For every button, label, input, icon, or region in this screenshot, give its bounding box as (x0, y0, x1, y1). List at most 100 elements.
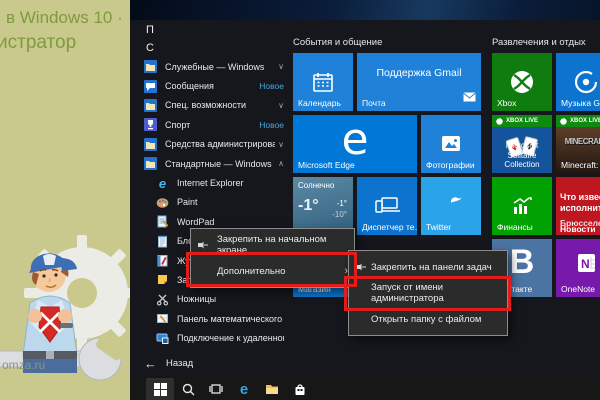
sticky-note-icon (156, 273, 169, 286)
tile-mail[interactable]: Поддержка Gmail Почта (357, 53, 481, 111)
weather-low: -10° (332, 210, 347, 219)
folder-icon (144, 138, 157, 151)
sport-icon (144, 118, 157, 131)
pin-icon (355, 261, 371, 273)
tile-onenote[interactable]: N OneNote (556, 239, 600, 297)
task-view-button[interactable] (202, 378, 230, 400)
annotation-box-run-as-admin (344, 276, 511, 311)
remote-desktop-icon (156, 332, 169, 345)
tile-xbox[interactable]: Xbox (492, 53, 552, 111)
folder-icon (144, 99, 157, 112)
tile-solitaire[interactable]: XBOX LIVE Microsoft Solitaire Collection (492, 115, 552, 173)
app-list-item[interactable]: Ножницы (136, 290, 288, 309)
app-item-label: Спорт (165, 120, 256, 130)
store-bag-icon (294, 383, 306, 396)
tile-label: Microsoft Solitaire Collection (494, 141, 550, 169)
paint-icon (156, 196, 169, 209)
app-item-label: Подключение к удаленному р… (177, 333, 284, 343)
tile-label: Фотографии (426, 160, 475, 170)
app-item-label: Средства администрирован… (165, 139, 275, 149)
tile-label: Twitter (426, 222, 451, 232)
xbox-live-banner: XBOX LIVE (556, 115, 600, 127)
folder-icon (144, 60, 157, 73)
tile-label: Xbox (497, 98, 516, 108)
edge-logo: e (293, 115, 417, 163)
weather-temp: -1° (298, 197, 319, 215)
app-list-item[interactable]: Спец. возможности ∨ (136, 96, 288, 115)
app-list-item[interactable]: Подключение к удаленному р… (136, 328, 288, 347)
news-ticker-new: Новости (560, 224, 596, 234)
app-list-item[interactable]: Служебные — Windows ∨ (136, 57, 288, 76)
taskbar-search-button[interactable] (174, 378, 202, 400)
tile-twitter[interactable]: Twitter (421, 177, 481, 235)
xbox-live-label: XBOX LIVE (570, 118, 600, 124)
chevron-down-icon: ∨ (278, 62, 284, 71)
tile-news[interactable]: Что извест исполните Брюсселе Новости (556, 177, 600, 235)
tile-label: Музыка Gro (561, 98, 600, 108)
article-title-line1: в Windows 10 · (6, 8, 123, 28)
app-item-label: Сообщения (165, 81, 256, 91)
article-panel: в Windows 10 · истратор (0, 0, 130, 400)
tile-money[interactable]: Финансы (492, 177, 552, 235)
new-badge: Новое (259, 120, 284, 130)
chevron-down-icon: ∨ (278, 101, 284, 110)
mail-notification-text: Поддержка Gmail (357, 67, 481, 79)
tile-label: Почта (362, 98, 386, 108)
app-list-item[interactable]: Стандартные — Windows ∧ (136, 154, 288, 173)
wordpad-icon (156, 215, 169, 228)
app-list-item[interactable]: e Internet Explorer (136, 173, 288, 192)
news-headline: исполните (560, 203, 600, 213)
math-input-icon (156, 312, 169, 325)
tile-phone-companion[interactable]: Диспетчер те… (357, 177, 417, 235)
menu-item-label: Закрепить на панели задач (371, 262, 492, 273)
xbox-ball-icon (560, 118, 567, 125)
taskbar: e (130, 378, 600, 400)
chevron-up-icon: ∧ (278, 159, 284, 168)
app-list-letter[interactable]: П (136, 21, 288, 39)
svg-text:N: N (581, 257, 590, 271)
tile-label: Microsoft Edge (298, 160, 355, 170)
taskbar-file-explorer-button[interactable] (258, 378, 286, 400)
tile-label: Финансы (497, 222, 533, 232)
tile-microsoft-edge[interactable]: e Microsoft Edge (293, 115, 417, 173)
mail-icon (463, 89, 476, 107)
app-list-item[interactable]: Сообщения Новое (136, 76, 288, 95)
tile-group-header: События и общение (293, 37, 382, 48)
internet-explorer-icon: e (156, 177, 169, 190)
annotation-box-more (186, 252, 357, 287)
tile-weather[interactable]: Солнечно -1° -1° -10° (293, 177, 353, 235)
app-item-label: Internet Explorer (177, 178, 284, 188)
journal-icon (156, 254, 169, 267)
tile-calendar[interactable]: Календарь (293, 53, 353, 111)
app-item-label: Ножницы (177, 294, 284, 304)
back-button[interactable]: ← Назад (144, 357, 193, 370)
letter-label: П (146, 24, 154, 36)
app-item-label: WordPad (177, 217, 284, 227)
app-item-label: Стандартные — Windows (165, 159, 275, 169)
tile-label: Minecraft: W (561, 160, 600, 170)
search-icon (182, 383, 195, 396)
back-arrow-icon: ← (144, 357, 157, 370)
app-item-label: Спец. возможности (165, 100, 275, 110)
scissors-icon (156, 293, 169, 306)
folder-icon (144, 157, 157, 170)
start-button[interactable] (146, 378, 174, 400)
start-app-list: П С Служебные — Windows ∨ Сообщения Ново… (136, 21, 288, 348)
app-list-item[interactable]: Средства администрирован… ∨ (136, 135, 288, 154)
app-list-item[interactable]: Спорт Новое (136, 115, 288, 134)
tile-label: Диспетчер те… (362, 222, 417, 232)
tile-minecraft[interactable]: XBOX LIVE MINECRAFT Minecraft: W (556, 115, 600, 173)
tile-groove-music[interactable]: Музыка Gro (556, 53, 600, 111)
back-label: Назад (166, 358, 193, 369)
tile-photos[interactable]: Фотографии (421, 115, 481, 173)
taskbar-store-button[interactable] (286, 378, 314, 400)
news-headline: Что извест (560, 192, 600, 202)
app-list-item[interactable]: Панель математического ввода (136, 309, 288, 328)
app-list-item[interactable]: Paint (136, 193, 288, 212)
app-list-letter[interactable]: С (136, 39, 288, 57)
taskbar-edge-button[interactable]: e (230, 378, 258, 400)
tile-label: Календарь (298, 98, 341, 108)
menu-item-label: Открыть папку с файлом (371, 314, 481, 325)
tile-group-header: Развлечения и отдых (492, 37, 586, 48)
minecraft-logo: MINECRAFT (556, 137, 600, 146)
